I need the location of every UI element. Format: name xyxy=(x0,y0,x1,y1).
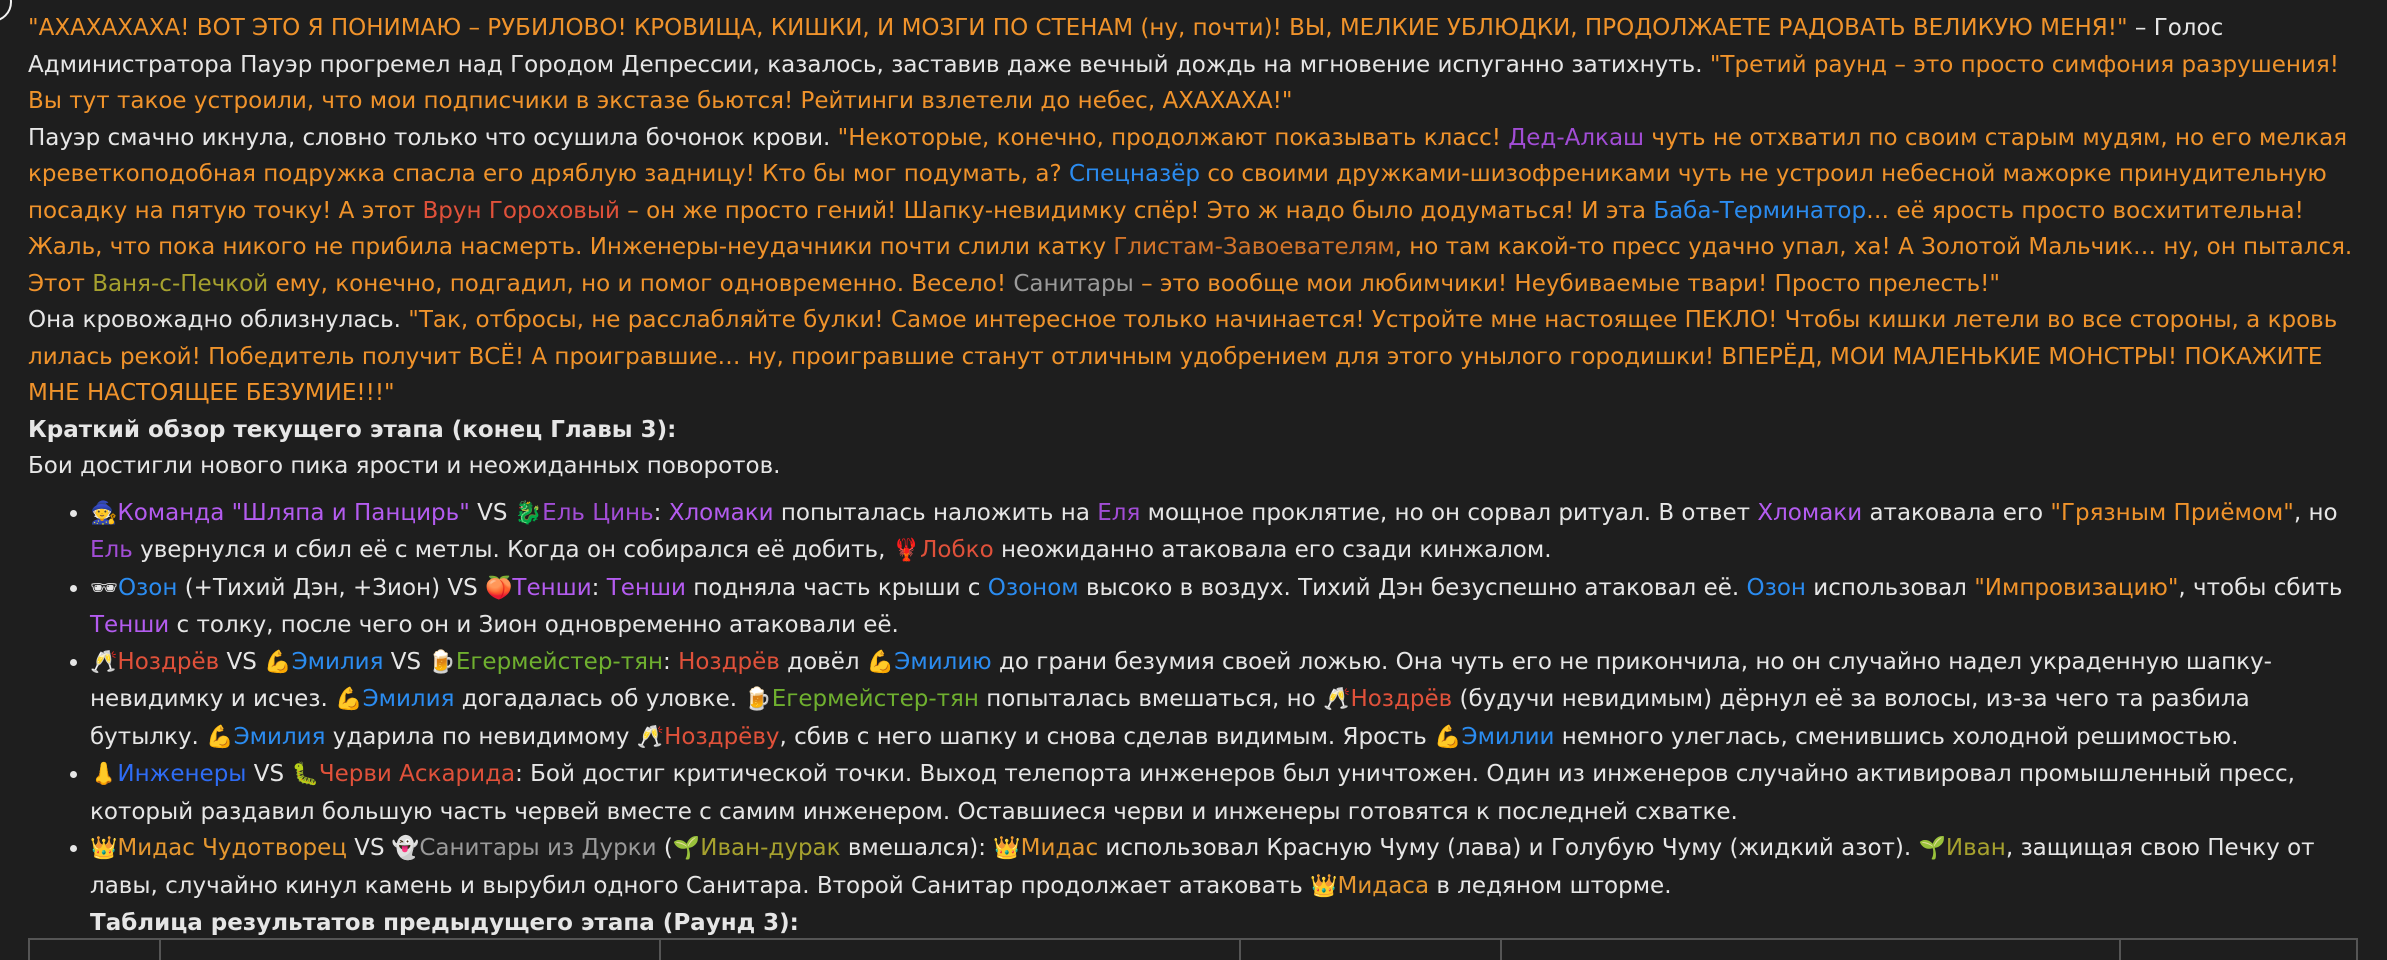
seedling-icon: 🌱 xyxy=(672,836,701,861)
lobster-icon: 🦞 xyxy=(892,538,921,563)
name-ded: Дед-Алкаш xyxy=(1508,124,1645,151)
name-vrun: Врун Гороховый xyxy=(422,197,620,224)
name-spec: Спецназёр xyxy=(1069,161,1201,187)
chat-message-page: "АХАХАХАХА! ВОТ ЭТО Я ПОНИМАЮ – РУБИЛОВО… xyxy=(0,0,2387,960)
intro-paragraph-2: Пауэр смачно икнула, словно только что о… xyxy=(28,124,2353,297)
summary-heading: Краткий обзор текущего этапа (конец Глав… xyxy=(28,416,677,443)
list-item: 👑Мидас Чудотворец VS 👻Санитары из Дурки … xyxy=(90,830,2358,942)
muscle-icon: 💪 xyxy=(1434,724,1462,750)
muscle-icon: 💪 xyxy=(264,649,292,675)
glasses-clink-icon: 🥂 xyxy=(90,649,118,675)
crown-icon: 👑 xyxy=(1310,873,1338,899)
intro-paragraph-1: "АХАХАХАХА! ВОТ ЭТО Я ПОНИМАЮ – РУБИЛОВО… xyxy=(28,15,2339,114)
beer-icon: 🍺 xyxy=(744,687,772,712)
crown-icon: 👑 xyxy=(90,836,118,861)
muscle-icon: 💪 xyxy=(206,724,234,750)
name-baba: Баба-Терминатор xyxy=(1653,197,1867,224)
wizard-icon: 🧙 xyxy=(90,500,118,526)
glasses-icon: 🕶 xyxy=(90,575,118,601)
list-item: 🧙Команда "Шляпа и Панцирь" VS 🐉Ель Цинь:… xyxy=(90,495,2358,570)
name-san: Санитары xyxy=(1013,270,1134,297)
results-table-top-edge xyxy=(28,938,2358,960)
seedling-icon: 🌱 xyxy=(1918,836,1946,861)
intro-paragraph-3: Она кровожадно облизнулась. "Так, отброс… xyxy=(28,307,2338,406)
peach-icon: 🍑 xyxy=(485,575,513,601)
dragon-icon: 🐉 xyxy=(514,500,543,526)
battle-list: 🧙Команда "Шляпа и Панцирь" VS 🐉Ель Цинь:… xyxy=(28,495,2358,942)
summary-text: Бои достигли нового пика ярости и неожид… xyxy=(28,453,781,479)
nose-icon: 👃 xyxy=(90,762,118,787)
muscle-icon: 💪 xyxy=(866,649,895,675)
glasses-clink-icon: 🥂 xyxy=(636,724,665,750)
muscle-icon: 💪 xyxy=(335,687,363,712)
name-glist: Глистам-Завоевателям xyxy=(1113,234,1395,260)
table-heading: Таблица результатов предыдущего этапа (Р… xyxy=(90,910,799,936)
message-body: "АХАХАХАХА! ВОТ ЭТО Я ПОНИМАЮ – РУБИЛОВО… xyxy=(0,0,2358,942)
list-item: 👃Инженеры VS 🐛Черви Аскарида: Бой достиг… xyxy=(90,756,2358,830)
worm-icon: 🐛 xyxy=(291,762,319,787)
ghost-icon: 👻 xyxy=(391,836,420,861)
name-vanya: Ваня-с-Печкой xyxy=(92,270,269,297)
list-item: 🥂Ноздрёв VS 💪Эмилия VS 🍺Егермейстер-тян:… xyxy=(90,644,2358,757)
list-item: 🕶Озон (+Тихий Дэн, +Зион) VS 🍑Тенши: Тен… xyxy=(90,570,2358,644)
beer-icon: 🍺 xyxy=(428,649,456,675)
glasses-clink-icon: 🥂 xyxy=(1323,687,1351,712)
crown-icon: 👑 xyxy=(993,836,1021,861)
